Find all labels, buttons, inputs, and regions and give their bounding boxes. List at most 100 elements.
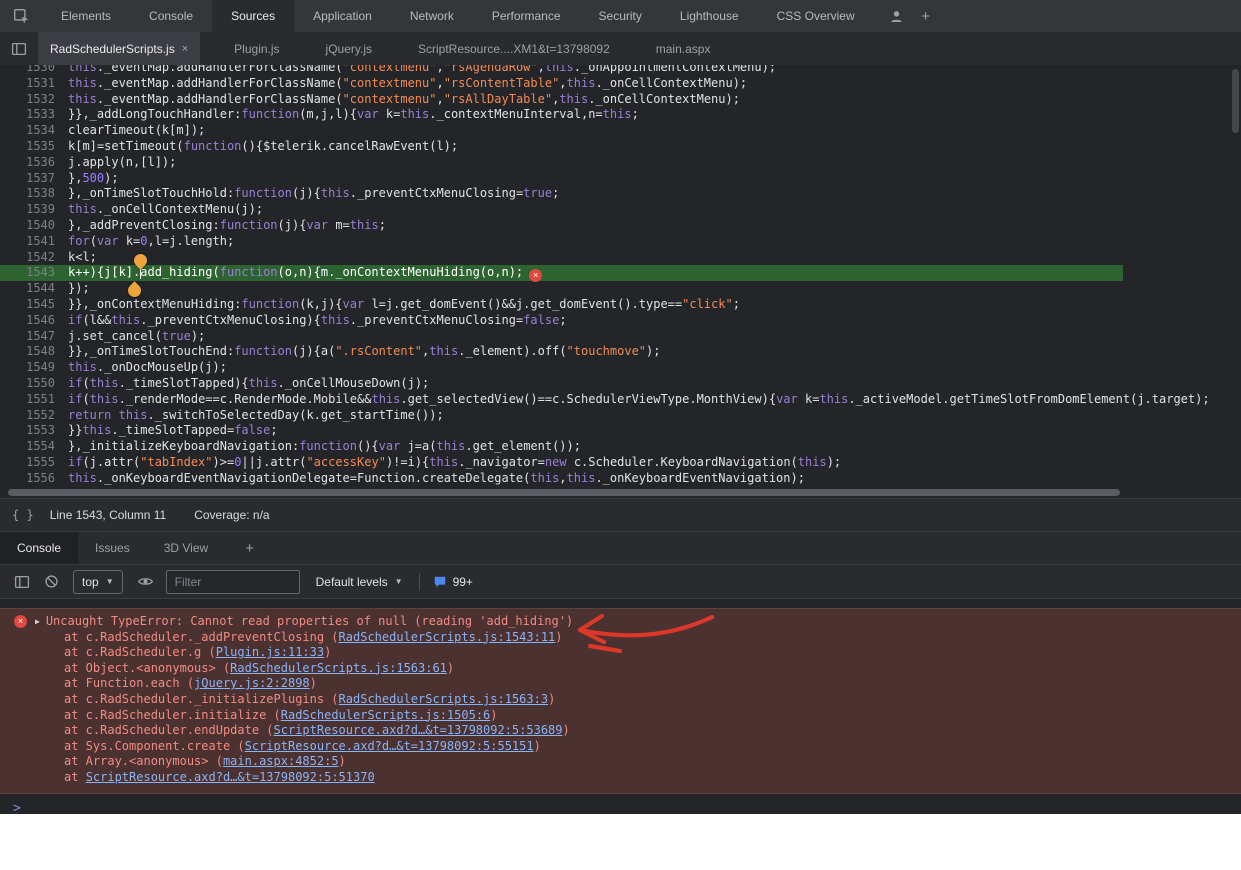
code-text: for(var k=0,l=j.length; [55,234,234,250]
line-number[interactable]: 1547 [0,329,55,345]
horizontal-scrollbar-thumb[interactable] [8,489,1120,496]
drawer-tab-console[interactable]: Console [0,532,78,564]
stack-frame-text: ) [563,723,570,737]
inspect-icon [13,8,30,25]
file-tab-label: jQuery.js [326,42,372,56]
console-prompt[interactable]: > [0,801,1241,814]
file-tab-plugin-js[interactable]: Plugin.js [222,32,291,65]
line-number[interactable]: 1545 [0,297,55,313]
tab-sources[interactable]: Sources [212,0,294,32]
line-number[interactable]: 1554 [0,439,55,455]
line-number[interactable]: 1549 [0,360,55,376]
line-number[interactable]: 1543 [0,265,55,281]
chevron-down-icon: ▼ [395,577,403,586]
code-line-1541: 1541for(var k=0,l=j.length; [0,234,1241,250]
source-location-link[interactable]: ScriptResource.axd?d…&t=13798092:5:51370 [86,770,375,784]
drawer-tab-issues[interactable]: Issues [78,532,147,564]
clear-console-button[interactable] [44,574,59,589]
tab-elements[interactable]: Elements [42,0,130,32]
source-location-link[interactable]: RadSchedulerScripts.js:1563:61 [230,661,447,675]
file-tab-radschedulerscripts-js[interactable]: RadSchedulerScripts.js× [38,32,200,65]
line-number[interactable]: 1546 [0,313,55,329]
line-number[interactable]: 1535 [0,139,55,155]
line-number[interactable]: 1551 [0,392,55,408]
context-selector[interactable]: top ▼ [73,570,123,594]
stack-frame-text: ) [447,661,454,675]
file-tab-main-aspx[interactable]: main.aspx [644,32,723,65]
code-text: k++){j[k].add_hiding(function(o,n){m._on… [55,265,542,281]
line-number[interactable]: 1556 [0,471,55,487]
console-sidebar-button[interactable] [14,574,30,590]
code-line-1538: 1538},_onTimeSlotTouchHold:function(j){t… [0,186,1241,202]
source-editor[interactable]: 1530this._eventMap.addHandlerForClassNam… [0,65,1241,487]
file-tab-scriptresource-xm1-t-13798092[interactable]: ScriptResource....XM1&t=13798092 [406,32,622,65]
tab-css-overview[interactable]: CSS Overview [758,0,874,32]
add-panel-button[interactable]: + [912,0,940,32]
horizontal-scrollbar[interactable] [0,487,1241,498]
line-number[interactable]: 1531 [0,76,55,92]
live-expression-button[interactable] [137,573,154,590]
source-location-link[interactable]: jQuery.js:2:2898 [194,676,310,690]
tab-lighthouse[interactable]: Lighthouse [661,0,758,32]
tab-performance[interactable]: Performance [473,0,580,32]
code-line-1537: 1537},500); [0,171,1241,187]
inspect-element-button[interactable] [0,0,42,32]
code-line-1553: 1553}}this._timeSlotTapped=false; [0,423,1241,439]
line-number[interactable]: 1548 [0,344,55,360]
tab-network[interactable]: Network [391,0,473,32]
stack-frame-text: at c.RadScheduler.endUpdate ( [64,723,274,737]
line-number[interactable]: 1553 [0,423,55,439]
source-location-link[interactable]: RadSchedulerScripts.js:1563:3 [339,692,549,706]
coverage-label: Coverage: n/a [194,508,269,522]
profile-button[interactable] [882,0,912,32]
tab-console[interactable]: Console [130,0,212,32]
tab-application[interactable]: Application [294,0,391,32]
error-header-row: × ▶ Uncaught TypeError: Cannot read prop… [0,614,1241,630]
stack-trace: at c.RadScheduler._addPreventClosing (Ra… [0,630,1241,786]
source-location-link[interactable]: RadSchedulerScripts.js:1543:11 [339,630,556,644]
code-line-1532: 1532this._eventMap.addHandlerForClassNam… [0,92,1241,108]
line-number[interactable]: 1541 [0,234,55,250]
stack-frame: at c.RadScheduler.g (Plugin.js:11:33) [0,645,1241,661]
line-number[interactable]: 1534 [0,123,55,139]
line-number[interactable]: 1532 [0,92,55,108]
code-text: },_addPreventClosing:function(j){var m=t… [55,218,386,234]
code-text: }}this._timeSlotTapped=false; [55,423,278,439]
source-location-link[interactable]: RadSchedulerScripts.js:1505:6 [281,708,491,722]
expand-triangle-icon[interactable]: ▶ [35,614,40,630]
line-number[interactable]: 1550 [0,376,55,392]
line-number[interactable]: 1538 [0,186,55,202]
source-location-link[interactable]: ScriptResource.axd?d…&t=13798092:5:53689 [274,723,563,737]
line-number[interactable]: 1540 [0,218,55,234]
add-drawer-tab-button[interactable]: + [225,532,274,564]
line-number[interactable]: 1530 [0,65,55,76]
close-tab-icon[interactable]: × [182,43,188,55]
drawer-tab-3d-view[interactable]: 3D View [147,532,225,564]
pretty-print-button[interactable]: { } [0,508,34,522]
line-number[interactable]: 1542 [0,250,55,266]
issues-counter[interactable]: 99+ [433,575,473,589]
code-line-1533: 1533}},_addLongTouchHandler:function(m,j… [0,107,1241,123]
line-number[interactable]: 1552 [0,408,55,424]
context-label: top [82,575,99,589]
source-location-link[interactable]: ScriptResource.axd?d…&t=13798092:5:55151 [245,739,534,753]
file-tab-label: Plugin.js [234,42,279,56]
tab-security[interactable]: Security [580,0,661,32]
navigator-toggle-button[interactable] [0,32,38,65]
stack-frame-text: at Object.<anonymous> ( [64,661,230,675]
file-tab-jquery-js[interactable]: jQuery.js [314,32,384,65]
line-number[interactable]: 1536 [0,155,55,171]
error-text: Uncaught TypeError: Cannot read properti… [46,614,573,630]
line-number[interactable]: 1539 [0,202,55,218]
source-location-link[interactable]: Plugin.js:11:33 [216,645,324,659]
filter-input[interactable] [166,570,300,594]
log-levels-dropdown[interactable]: Default levels ▼ [316,575,403,589]
file-tab-strip: RadSchedulerScripts.js× Plugin.js jQuery.j… [0,32,1241,65]
source-location-link[interactable]: main.aspx:4852:5 [223,754,339,768]
line-number[interactable]: 1537 [0,171,55,187]
line-number[interactable]: 1533 [0,107,55,123]
code-text: return this._switchToSelectedDay(k.get_s… [55,408,444,424]
line-number[interactable]: 1544 [0,281,55,297]
vertical-scrollbar-thumb[interactable] [1232,69,1239,133]
line-number[interactable]: 1555 [0,455,55,471]
